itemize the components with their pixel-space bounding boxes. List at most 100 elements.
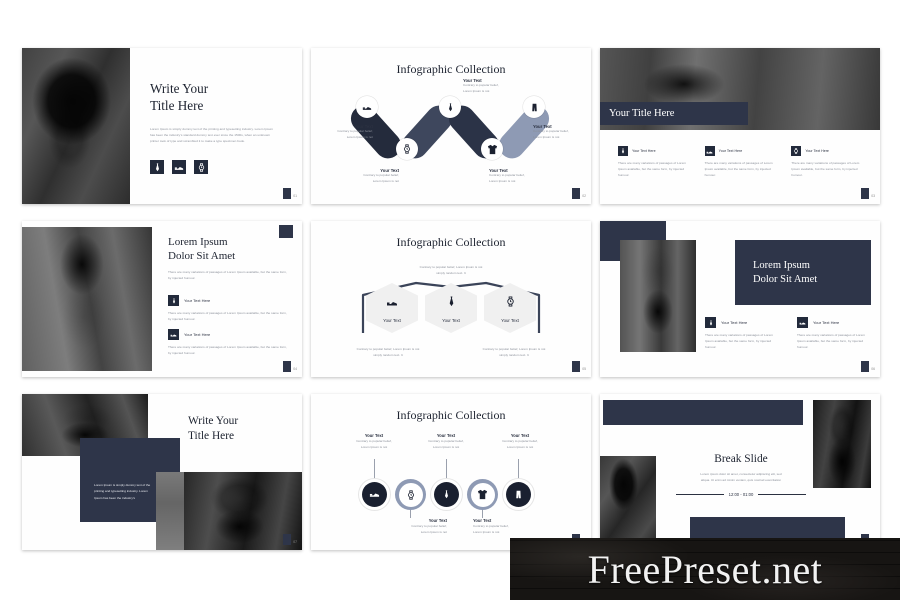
item-body: There are many variations of passages of…	[168, 311, 287, 322]
title-line1: Write Your	[188, 415, 239, 427]
label-line2: Lorem Ipsum is not	[489, 178, 516, 183]
label-line2: Lorem Ipsum is not	[506, 445, 534, 450]
slide-grid: Write Your Title Here Lorem Ipsum is sim…	[22, 48, 880, 558]
slide-6-body: Lorem Ipsum Dolor Sit Amet Your Text Her…	[600, 221, 880, 377]
node-circle-3[interactable]	[439, 96, 461, 118]
tie-icon	[705, 317, 716, 328]
page-number: 07	[293, 539, 297, 544]
slide-9-time-row: 12:00 - 01:00	[676, 492, 806, 497]
node-circle-2[interactable]	[396, 138, 418, 160]
column-heading: Your Text Here	[805, 149, 829, 153]
label-line2: Lorem Ipsum is not	[432, 445, 460, 450]
slide-8[interactable]: Infographic Collection Your Text Contrar…	[311, 394, 591, 550]
shoe-icon	[369, 486, 380, 504]
timeline-circle-inner	[434, 482, 459, 507]
watch-icon	[505, 294, 516, 312]
slide-5-bottom-caption-1: Contrary to popular belief, Lorem Ipsum …	[333, 346, 443, 358]
slide-3-body: Your Title Here Your Text Here There are…	[600, 48, 880, 204]
watch-icon[interactable]	[194, 160, 208, 174]
slide-5[interactable]: Infographic Collection Contrary to popul…	[311, 221, 591, 377]
item-body: There are many variations of passages of…	[705, 333, 773, 350]
slide-8-body: Infographic Collection Your Text Contrar…	[311, 394, 591, 550]
slide-1-icon-row	[150, 160, 208, 174]
watermark-banner: FreePreset.net	[510, 538, 900, 600]
page-number: 04	[293, 366, 297, 371]
slide-7-photo-mid	[156, 472, 184, 550]
slide-3-title: Your Title Here	[609, 107, 675, 119]
timeline-circle-4[interactable]	[467, 479, 498, 510]
slide-1-title-line1: Write Your	[150, 81, 209, 96]
timeline-circle-3[interactable]	[431, 479, 462, 510]
page-badge-square	[283, 188, 292, 199]
slide-9-body: Break Slide Lorem ipsum dolor sit amet, …	[600, 394, 880, 550]
timeline-circle-2[interactable]	[395, 479, 426, 510]
slide-8-label-1: Your Text Contrary to popular belief, Lo…	[337, 433, 411, 450]
watch-icon	[791, 146, 802, 156]
slide-2[interactable]: Infographic Collection Your Text Contrar…	[311, 48, 591, 204]
shoe-icon[interactable]	[172, 160, 186, 174]
column-heading: Your Text Here	[718, 149, 743, 153]
slide-1-body: Write Your Title Here Lorem Ipsum is sim…	[22, 48, 302, 204]
column-body: There are many variations of passages of…	[791, 161, 860, 178]
item-body: There are many variations of passages of…	[797, 333, 865, 350]
connector-tick	[446, 459, 447, 479]
time-rule-left	[676, 494, 724, 495]
slide-1-paragraph: Lorem Ipsum is simply dummy text of the …	[150, 127, 273, 144]
hexagon-label: Your Text	[442, 318, 460, 323]
slide-7[interactable]: Lorem Ipsum is simply dummy text of the …	[22, 394, 302, 550]
page-badge-square	[861, 361, 870, 372]
caption-line2: simply random text. It	[373, 353, 403, 358]
slide-2-page-badge: 02	[572, 188, 586, 199]
slide-6-item: Your Text Here There are many variations…	[797, 317, 873, 350]
hexagon-label: Your Text	[383, 318, 401, 323]
node-circle-1[interactable]	[356, 96, 378, 118]
slide-8-label-5: Your Text Contrary to popular belief, Lo…	[483, 433, 557, 450]
slide-5-body: Infographic Collection Contrary to popul…	[311, 221, 591, 377]
tie-icon	[168, 295, 179, 306]
slide-1[interactable]: Write Your Title Here Lorem Ipsum is sim…	[22, 48, 302, 204]
tie-icon[interactable]	[150, 160, 164, 174]
timeline-circle-inner	[398, 482, 423, 507]
preview-canvas: Write Your Title Here Lorem Ipsum is sim…	[0, 0, 900, 600]
slide-4[interactable]: Lorem Ipsum Dolor Sit Amet There are man…	[22, 221, 302, 377]
slide-1-title: Write Your Title Here	[150, 81, 290, 115]
slide-3-columns: Your Text Here There are many variations…	[618, 146, 866, 178]
item-heading: Your Text Here	[184, 332, 211, 337]
label-line2: Lorem Ipsum is not	[420, 530, 447, 535]
slide-6[interactable]: Lorem Ipsum Dolor Sit Amet Your Text Her…	[600, 221, 880, 377]
column-body: There are many variations of passages of…	[618, 161, 686, 178]
shoe-icon	[704, 146, 715, 156]
tie-icon	[618, 146, 628, 156]
slide-9[interactable]: Break Slide Lorem ipsum dolor sit amet, …	[600, 394, 880, 550]
slide-1-page-badge: 01	[283, 188, 297, 199]
slide-6-items: Your Text Here There are many variations…	[705, 317, 873, 350]
timeline-circle-5[interactable]	[503, 479, 534, 510]
column-heading: Your Text Here	[632, 149, 656, 153]
node-circle-4[interactable]	[481, 138, 503, 160]
slide-4-title: Lorem Ipsum Dolor Sit Amet	[168, 235, 296, 263]
slide-5-bottom-caption-2: Contrary to popular belief, Lorem Ipsum …	[459, 346, 569, 358]
pants-icon	[514, 486, 523, 504]
slide-9-paragraph: Lorem ipsum dolor sit amet, consectetur …	[682, 471, 800, 483]
timeline-circle-inner	[470, 482, 495, 507]
caption-line2: simply random text. It	[499, 353, 529, 358]
page-number: 03	[871, 193, 875, 198]
slide-8-label-4: Your Text Contrary to popular belief, Lo…	[473, 518, 547, 535]
slide-3[interactable]: Your Title Here Your Text Here There are…	[600, 48, 880, 204]
slide-4-item: Your Text Here There are many variations…	[168, 329, 290, 356]
slide-7-body: Lorem Ipsum is simply dummy text of the …	[22, 394, 302, 550]
slide-9-photo-left	[600, 456, 656, 550]
connector-tick	[518, 459, 519, 479]
slide-9-photo-right	[813, 400, 871, 488]
slide-6-page-badge: 06	[861, 361, 875, 372]
slide-3-page-badge: 03	[861, 188, 875, 199]
slide-7-title: Write Your Title Here	[188, 414, 298, 443]
node-circle-5[interactable]	[523, 96, 545, 118]
timeline-circle-1[interactable]	[359, 479, 390, 510]
slide-2-title: Infographic Collection	[396, 62, 506, 76]
page-number: 01	[293, 193, 297, 198]
connector-tick	[374, 459, 375, 479]
title-line2: Dolor Sit Amet	[753, 273, 818, 285]
slide-1-title-line2: Title Here	[150, 97, 204, 113]
shoe-icon	[386, 295, 398, 313]
